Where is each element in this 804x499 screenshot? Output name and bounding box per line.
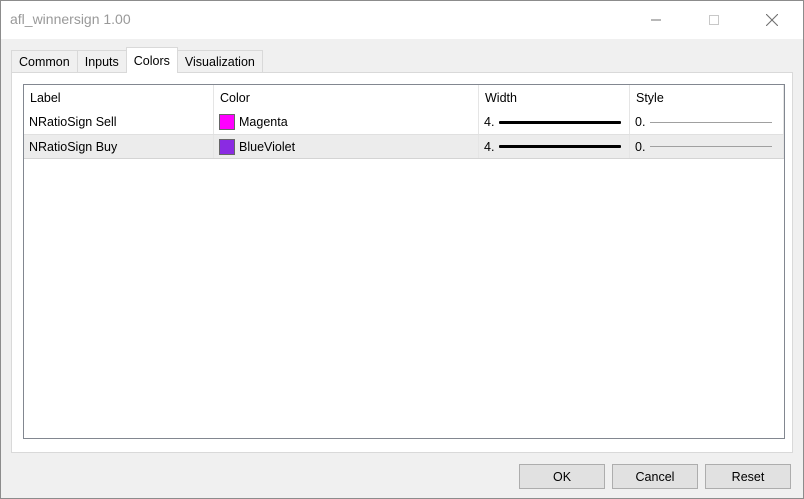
column-header-label[interactable]: Label xyxy=(24,85,214,110)
row-color-cell[interactable]: Magenta xyxy=(214,110,479,134)
close-button[interactable] xyxy=(749,1,795,39)
style-value: 0. xyxy=(635,139,646,154)
close-icon xyxy=(766,14,778,26)
colors-panel: Label Color Width Style NRatioSign Sell … xyxy=(11,72,793,453)
maximize-button[interactable] xyxy=(691,1,737,39)
color-name: Magenta xyxy=(239,115,288,129)
tab-common[interactable]: Common xyxy=(11,50,78,73)
row-style-cell[interactable]: 0. xyxy=(630,135,784,158)
column-header-color[interactable]: Color xyxy=(214,85,479,110)
grid-header: Label Color Width Style xyxy=(24,85,784,110)
style-line-preview xyxy=(650,146,773,147)
color-swatch xyxy=(219,114,235,130)
cancel-button[interactable]: Cancel xyxy=(612,464,698,489)
minimize-button[interactable] xyxy=(633,1,679,39)
width-value: 4. xyxy=(484,115,495,129)
row-color-cell[interactable]: BlueViolet xyxy=(214,135,479,158)
column-header-style[interactable]: Style xyxy=(630,85,784,110)
table-row[interactable]: NRatioSign Buy BlueViolet 4. 0. xyxy=(24,134,784,159)
colors-grid: Label Color Width Style NRatioSign Sell … xyxy=(23,84,785,439)
tab-inputs[interactable]: Inputs xyxy=(76,50,127,73)
minimize-icon xyxy=(651,19,661,21)
row-style-cell[interactable]: 0. xyxy=(630,110,784,134)
color-name: BlueViolet xyxy=(239,139,296,154)
table-row[interactable]: NRatioSign Sell Magenta 4. 0. xyxy=(24,110,784,135)
width-value: 4. xyxy=(484,139,495,154)
tab-strip: Common Inputs Colors Visualization xyxy=(11,47,263,73)
column-header-width[interactable]: Width xyxy=(479,85,630,110)
color-swatch xyxy=(219,138,235,155)
tab-label: Visualization xyxy=(184,55,255,69)
window-title: afl_winnersign 1.00 xyxy=(10,11,131,27)
row-label: NRatioSign Buy xyxy=(24,135,214,158)
style-line-preview xyxy=(650,121,773,123)
tab-label: Inputs xyxy=(84,55,119,69)
title-bar[interactable]: afl_winnersign 1.00 xyxy=(1,1,803,39)
tab-label: Colors xyxy=(133,53,170,68)
reset-button[interactable]: Reset xyxy=(705,464,791,489)
row-label: NRatioSign Sell xyxy=(24,110,214,134)
maximize-icon xyxy=(709,15,719,25)
tab-colors[interactable]: Colors xyxy=(125,47,178,73)
ok-button[interactable]: OK xyxy=(519,464,605,489)
tab-label: Common xyxy=(19,55,70,69)
style-value: 0. xyxy=(635,115,646,129)
row-width-cell[interactable]: 4. xyxy=(479,135,630,158)
dialog-window: afl_winnersign 1.00 Common Inputs Colors… xyxy=(0,0,804,499)
width-line-preview xyxy=(499,120,622,124)
row-width-cell[interactable]: 4. xyxy=(479,110,630,134)
tab-visualization[interactable]: Visualization xyxy=(176,50,263,73)
width-line-preview xyxy=(499,145,622,148)
